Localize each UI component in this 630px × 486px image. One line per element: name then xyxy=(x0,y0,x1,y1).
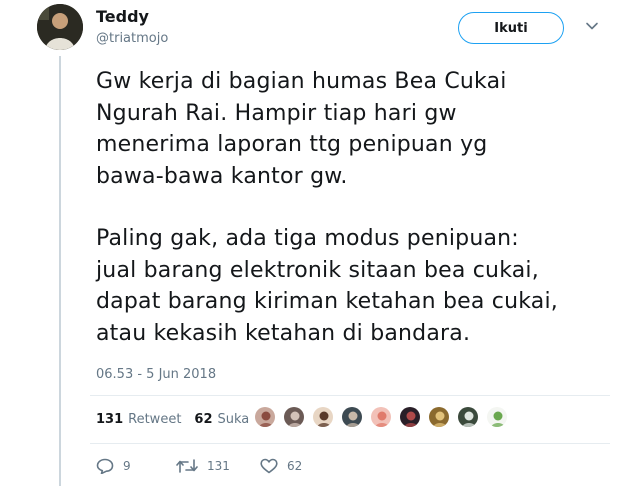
reply-count: 9 xyxy=(123,459,131,473)
liker-avatars xyxy=(254,406,515,428)
liker-avatar[interactable] xyxy=(428,406,450,428)
liker-avatar[interactable] xyxy=(254,406,276,428)
like-stat-label: Suka xyxy=(217,412,250,427)
follow-button[interactable]: Ikuti xyxy=(458,12,564,44)
tweet-timestamp[interactable]: 06.53 - 5 Jun 2018 xyxy=(96,367,216,382)
like-count: 62 xyxy=(287,459,303,473)
liker-avatar[interactable] xyxy=(370,406,392,428)
retweet-count: 131 xyxy=(207,459,230,473)
thread-line xyxy=(59,56,61,486)
like-stat[interactable]: 62 Suka xyxy=(194,412,249,427)
retweet-stat-label: Retweet xyxy=(128,412,182,427)
retweet-icon xyxy=(176,459,198,473)
like-stat-count: 62 xyxy=(194,412,213,427)
chevron-down-icon[interactable] xyxy=(584,18,600,34)
liker-avatar[interactable] xyxy=(486,406,508,428)
tweet-paragraph-2: Paling gak, ada tiga modus penipuan: jua… xyxy=(96,226,558,346)
heart-icon xyxy=(260,458,278,474)
liker-avatar[interactable] xyxy=(457,406,479,428)
tweet-text: Gw kerja di bagian humas Bea Cukai Ngura… xyxy=(96,66,616,349)
liker-avatar[interactable] xyxy=(341,406,363,428)
user-handle[interactable]: @triatmojo xyxy=(96,31,168,46)
tweet-actions: 9 131 62 xyxy=(96,458,302,474)
avatar[interactable] xyxy=(37,4,83,50)
retweet-stat-count: 131 xyxy=(96,412,124,427)
user-display-name[interactable]: Teddy xyxy=(96,7,149,26)
liker-avatar[interactable] xyxy=(312,406,334,428)
tweet-stats: 131 Retweet 62 Suka xyxy=(96,412,262,427)
tweet-paragraph-1: Gw kerja di bagian humas Bea Cukai Ngura… xyxy=(96,69,507,189)
divider xyxy=(90,395,610,396)
retweet-stat[interactable]: 131 Retweet xyxy=(96,412,181,427)
reply-icon xyxy=(96,458,114,474)
liker-avatar[interactable] xyxy=(399,406,421,428)
like-button[interactable]: 62 xyxy=(260,458,302,474)
divider xyxy=(90,443,610,444)
retweet-button[interactable]: 131 xyxy=(176,458,260,474)
reply-button[interactable]: 9 xyxy=(96,458,176,474)
liker-avatar[interactable] xyxy=(283,406,305,428)
